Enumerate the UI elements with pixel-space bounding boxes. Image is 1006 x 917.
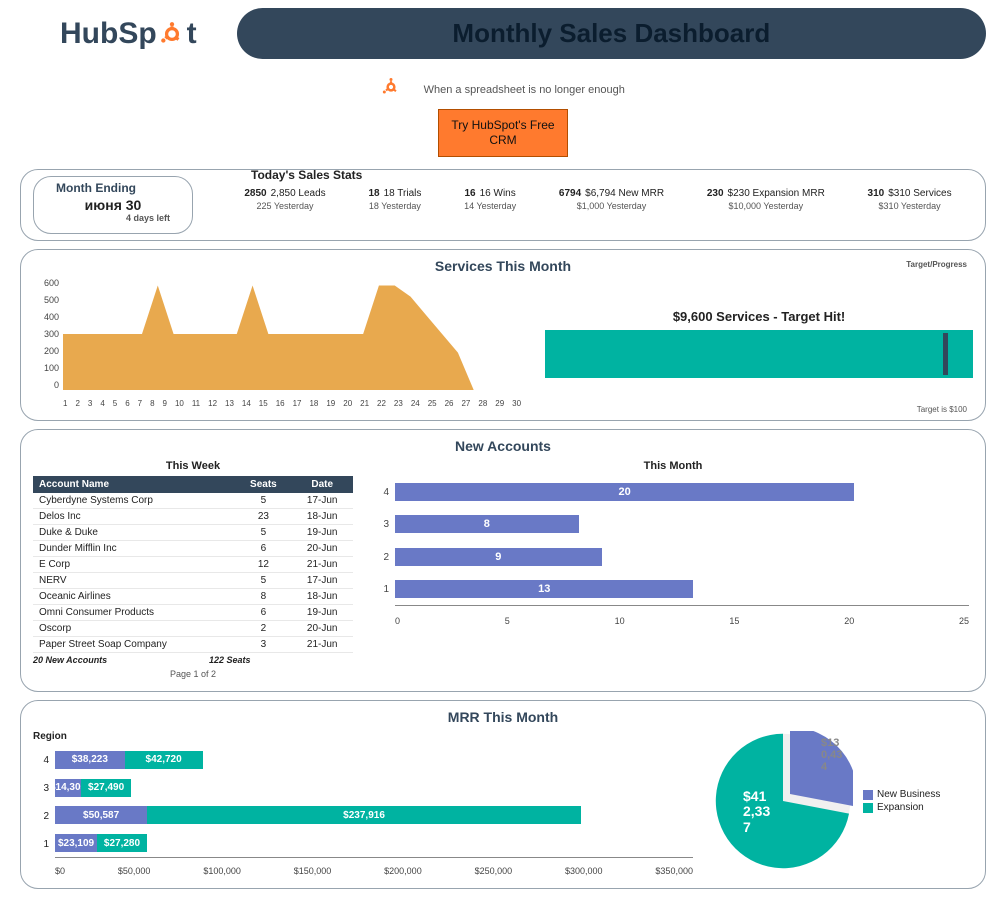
target-panel: $9,600 Services - Target Hit! xyxy=(545,278,973,408)
new-accounts-title: New Accounts xyxy=(33,438,973,454)
table-row: Oscorp220-Jun xyxy=(33,621,353,637)
accounts-table: Account NameSeatsDate Cyberdyne Systems … xyxy=(33,476,353,653)
mrr-stacked-chart: 4321 $38,223$42,720$14,305$27,490$50,587… xyxy=(33,746,697,876)
kpi: 6794$6,794 New MRR$1,000 Yesterday xyxy=(559,188,664,211)
month-ending-label: Month Ending xyxy=(56,181,170,195)
today-sales-label: Today's Sales Stats xyxy=(251,168,362,182)
new-accounts-card: New Accounts This Week Account NameSeats… xyxy=(20,429,986,692)
pie-legend: New Business Expansion xyxy=(863,787,940,815)
services-card: Services This Month Target/Progress Targ… xyxy=(20,249,986,421)
page-title: Monthly Sales Dashboard xyxy=(237,8,986,59)
logo-text-left: HubSp xyxy=(60,17,157,51)
pie-expansion-label: $412,337 xyxy=(743,789,770,835)
legend-expansion: Expansion xyxy=(877,802,924,813)
target-bar xyxy=(545,330,973,378)
table-row: Omni Consumer Products619-Jun xyxy=(33,605,353,621)
table-row: NERV517-Jun xyxy=(33,573,353,589)
this-week-label: This Week xyxy=(33,460,353,472)
table-row: Oceanic Airlines818-Jun xyxy=(33,589,353,605)
mrr-pie-chart: $412,337 $130,434 xyxy=(713,731,853,871)
hubspot-logo: HubSp t xyxy=(60,17,197,51)
new-accounts-bar-chart: 4321 208913 0510152025 xyxy=(373,476,973,626)
total-accounts: 20 New Accounts xyxy=(33,655,209,665)
stats-card: Today's Sales Stats Month Ending июня 30… xyxy=(20,169,986,241)
month-ending-box: Month Ending июня 30 4 days left xyxy=(33,176,193,234)
promo-row: When a spreadsheet is no longer enough T… xyxy=(0,77,1006,157)
sprocket-icon xyxy=(159,21,185,47)
days-left: 4 days left xyxy=(56,213,170,223)
region-label: Region xyxy=(33,731,697,742)
kpi: 310$310 Services$310 Yesterday xyxy=(868,188,952,211)
table-row: Duke & Duke519-Jun xyxy=(33,525,353,541)
services-area-chart: 6005004003002001000 12345678910111213141… xyxy=(33,278,525,408)
try-crm-button[interactable]: Try HubSpot's Free CRM xyxy=(438,109,568,157)
services-title: Services This Month xyxy=(33,258,973,274)
kpi: 28502,850 Leads225 Yesterday xyxy=(244,188,325,211)
table-row: E Corp1221-Jun xyxy=(33,557,353,573)
total-seats: 122 Seats xyxy=(209,655,251,665)
table-pager[interactable]: Page 1 of 2 xyxy=(33,669,353,679)
logo-text-right: t xyxy=(187,17,197,51)
area-path xyxy=(63,278,521,390)
sprocket-small-icon xyxy=(381,77,401,103)
target-progress-label: Target/Progress xyxy=(906,260,967,269)
legend-new-business: New Business xyxy=(877,789,940,800)
mrr-card: MRR This Month Region 4321 $38,223$42,72… xyxy=(20,700,986,889)
kpi: 230$230 Expansion MRR$10,000 Yesterday xyxy=(707,188,825,211)
pie-new-label: $130,434 xyxy=(821,737,842,773)
table-row: Paper Street Soap Company321-Jun xyxy=(33,637,353,653)
target-hit-label: $9,600 Services - Target Hit! xyxy=(673,309,845,324)
table-row: Cyberdyne Systems Corp517-Jun xyxy=(33,493,353,509)
promo-text: When a spreadsheet is no longer enough xyxy=(424,84,625,96)
header: HubSp t Monthly Sales Dashboard xyxy=(0,0,1006,67)
target-note: Target is $100 xyxy=(917,405,967,414)
mrr-title: MRR This Month xyxy=(33,709,973,725)
table-row: Dunder Mifflin Inc620-Jun xyxy=(33,541,353,557)
kpi: 1818 Trials18 Yesterday xyxy=(368,188,421,211)
table-row: Delos Inc2318-Jun xyxy=(33,509,353,525)
kpi: 1616 Wins14 Yesterday xyxy=(464,188,516,211)
month-ending-date: июня 30 xyxy=(56,197,170,213)
this-month-label: This Month xyxy=(373,460,973,472)
